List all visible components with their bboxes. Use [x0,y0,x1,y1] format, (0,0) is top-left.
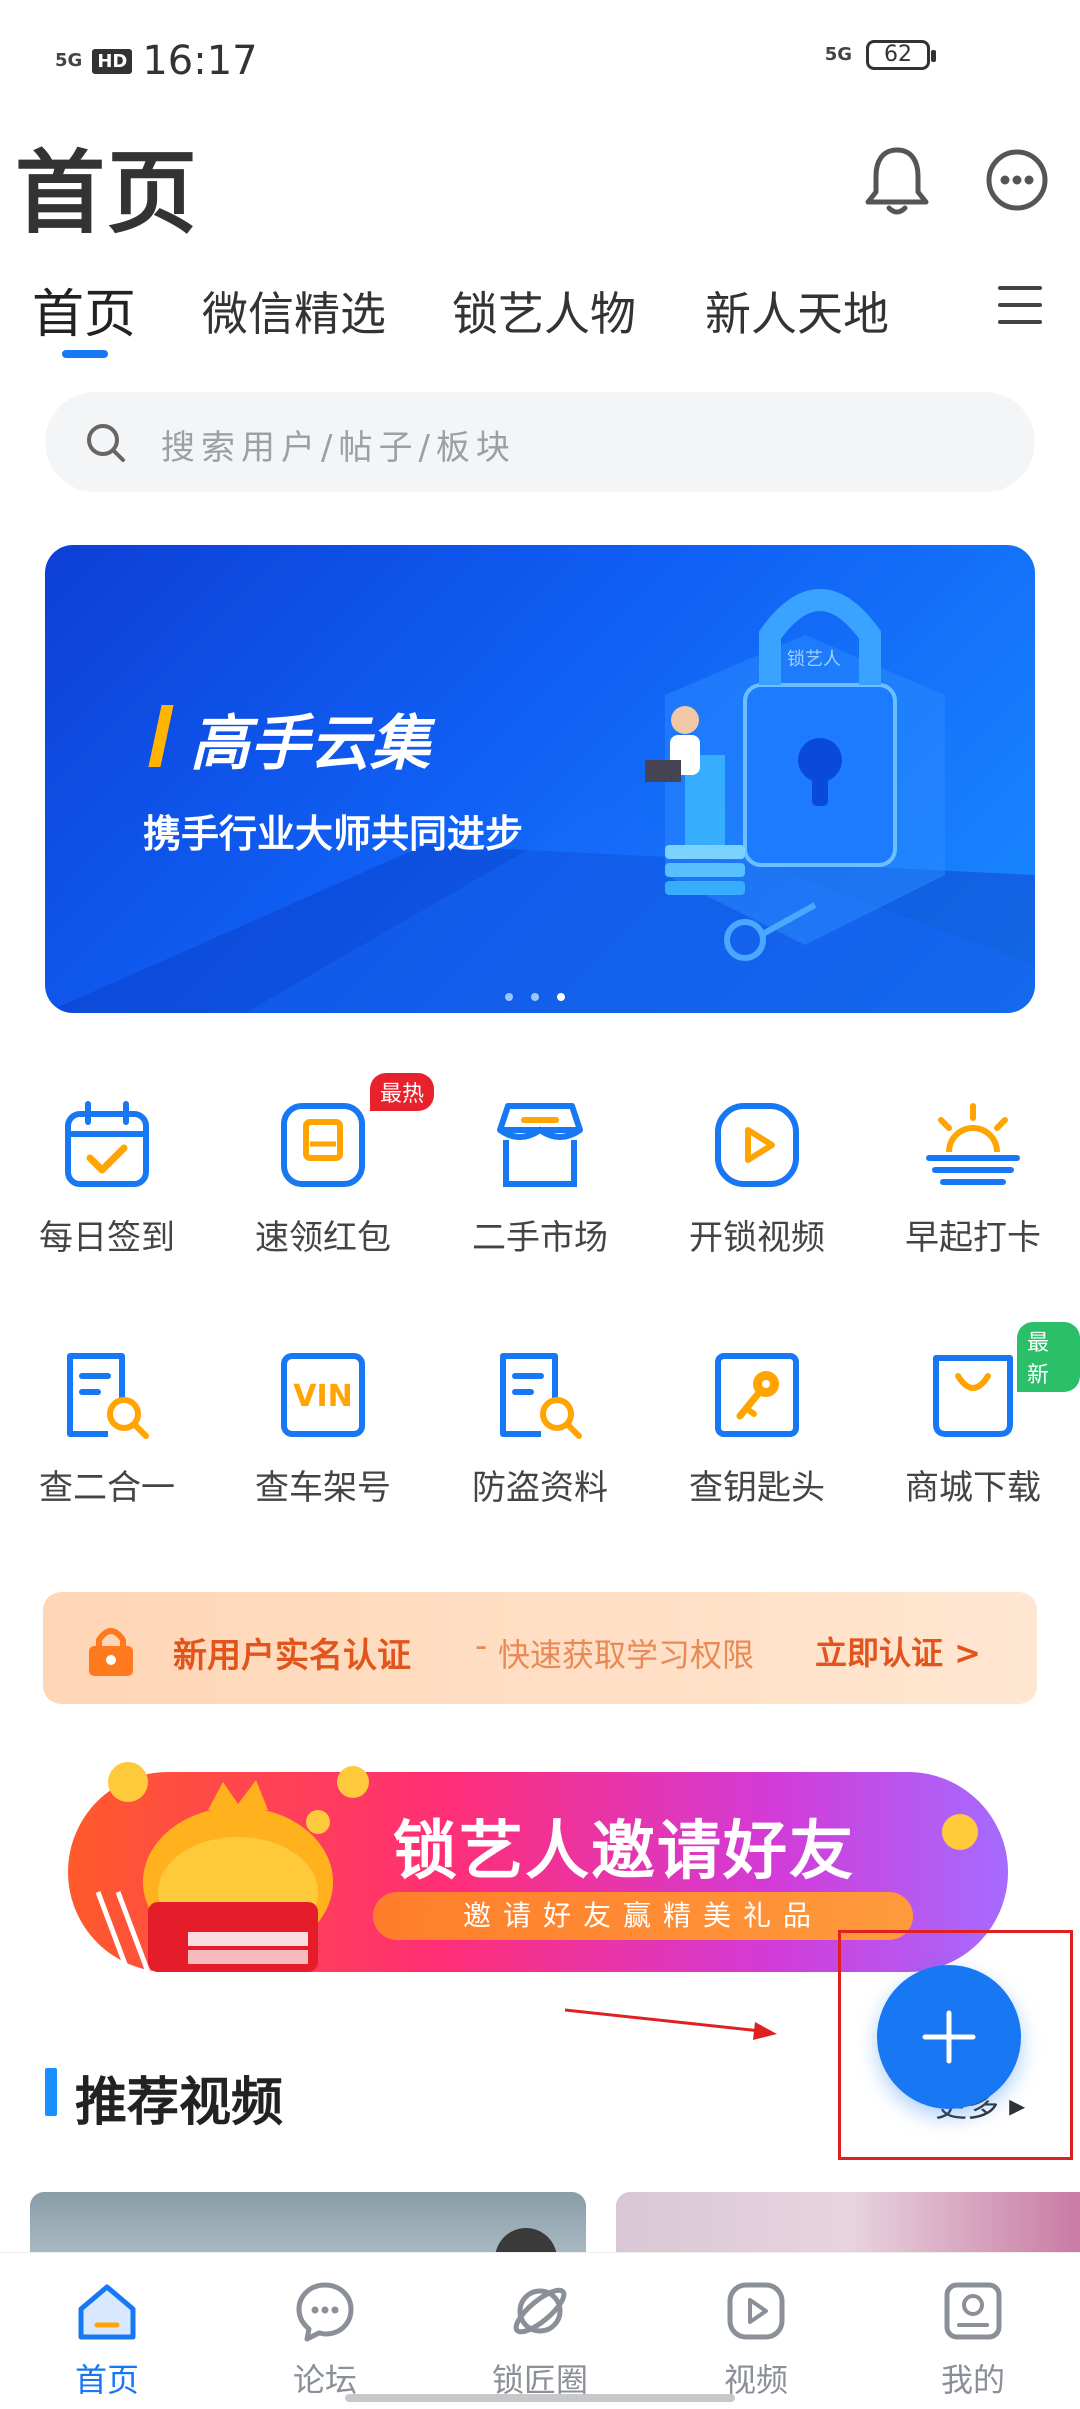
search-icon [87,424,125,462]
coin-icon [942,1814,978,1850]
grid-label: 速领红包 [255,1218,391,1258]
money-bag-illustration [95,1762,369,1973]
nav-profile[interactable]: 我的 [903,2279,1043,2401]
search-placeholder: 搜索用户/帖子/板块 [161,428,516,468]
grid-item-daily-checkin[interactable]: 每日签到 [17,1100,197,1259]
section-title: 推荐视频 [75,2073,284,2133]
verify-title: 新用户实名认证 [173,1636,411,1676]
invite-subtitle: 邀请好友赢精美礼品 [373,1892,913,1940]
verify-dash: - [475,1626,488,1666]
verify-description: 快速获取学习权限 [498,1636,755,1674]
home-indicator [345,2394,735,2402]
key-icon [715,1353,799,1437]
network-indicator: 5G [55,50,83,71]
tab-newcomers[interactable]: 新人天地 [705,278,889,344]
grid-item-second-hand-market[interactable]: 二手市场 [450,1100,630,1259]
profile-icon [944,2282,1002,2340]
tab-lock-people[interactable]: 锁艺人物 [452,278,636,344]
sunrise-icon [926,1103,1020,1185]
video-card-thumbnail[interactable] [616,2192,1080,2252]
nav-label: 我的 [940,2361,1005,2399]
grid-label: 早起打卡 [905,1218,1041,1258]
status-right: 5G 62 [824,40,936,70]
grid-item-red-envelope[interactable]: 速领红包 [233,1100,413,1259]
tab-active-indicator [62,350,108,358]
grid-label: 每日签到 [39,1218,175,1258]
calendar-check-icon [65,1101,149,1187]
grid-item-two-in-one-lookup[interactable]: 查二合一 [17,1350,197,1509]
grid-item-unlock-video[interactable]: 开锁视频 [667,1100,847,1259]
badge-new: 最新 [1017,1322,1080,1392]
banner-subtitle: 携手行业大师共同进步 [143,812,524,856]
nav-forum[interactable]: 论坛 [255,2279,395,2401]
page-title: 首页 [15,141,199,246]
carousel-dots [505,993,565,1001]
nav-video[interactable]: 视频 [686,2279,826,2401]
nav-locksmith-circle[interactable]: 锁匠圈 [470,2279,610,2401]
grid-label: 查车架号 [255,1468,391,1508]
grid-label: 开锁视频 [689,1218,825,1258]
store-icon [497,1103,583,1187]
play-video-icon [715,1103,799,1187]
grid-label: 查钥匙头 [689,1468,825,1508]
hd-indicator: HD [92,48,133,74]
section-accent-bar [45,2068,57,2116]
battery-icon: 62 [866,40,936,70]
doc-search-icon [67,1353,149,1439]
annotation-highlight-box [838,1930,1073,2160]
bottom-nav: 首页 论坛 锁匠圈 视频 我的 [0,2252,1080,2409]
status-bar: 5G HD 16:17 5G 62 [0,0,1080,110]
real-name-verify-bar[interactable]: 新用户实名认证 - 快速获取学习权限 立即认证 > [43,1592,1037,1704]
doc-search-icon [500,1353,582,1439]
network-indicator-right: 5G [824,44,852,65]
chat-bubble-icon [296,2282,354,2342]
hero-banner[interactable]: 锁艺人 高手云集 携手行业大师共同进步 [45,545,1035,1013]
grid-item-early-checkin[interactable]: 早起打卡 [883,1100,1063,1259]
grid-label: 查二合一 [39,1468,175,1508]
nav-home[interactable]: 首页 [37,2279,177,2401]
tab-bar: 首页 微信精选 锁艺人物 新人天地 [0,270,1080,360]
more-options-icon[interactable] [985,148,1049,212]
clock: 16:17 [142,38,258,84]
tab-home[interactable]: 首页 [32,272,136,347]
status-left: 5G HD 16:17 [55,38,258,84]
grid-label: 防盗资料 [472,1468,608,1508]
bell-icon[interactable] [862,142,932,218]
svg-text:VIN: VIN [293,1379,353,1414]
annotation-arrow [565,2008,777,2040]
grid-item-anti-theft-docs[interactable]: 防盗资料 [450,1350,630,1509]
grid-label: 商城下载 [905,1468,1041,1508]
home-icon [78,2284,136,2340]
grid-label: 二手市场 [472,1218,608,1258]
grid-item-key-head-lookup[interactable]: 查钥匙头 [667,1350,847,1509]
lock-icon [89,1628,133,1676]
verify-now-link[interactable]: 立即认证 > [815,1628,981,1674]
red-envelope-icon [281,1103,365,1187]
grid-item-vin-lookup[interactable]: VIN 查车架号 [233,1350,413,1509]
svg-text:锁艺人: 锁艺人 [787,649,841,670]
invite-title: 锁艺人邀请好友 [393,1815,855,1889]
video-icon [727,2282,785,2340]
tab-wechat-picks[interactable]: 微信精选 [202,278,386,344]
badge-hot: 最热 [370,1073,435,1111]
banner-title: 高手云集 [190,709,430,779]
menu-icon[interactable] [998,286,1042,326]
shopping-bag-icon [933,1355,1013,1437]
search-input[interactable]: 搜索用户/帖子/板块 [45,392,1035,492]
vin-icon: VIN [281,1353,365,1437]
planet-icon [513,2287,567,2335]
nav-label: 首页 [74,2361,139,2399]
